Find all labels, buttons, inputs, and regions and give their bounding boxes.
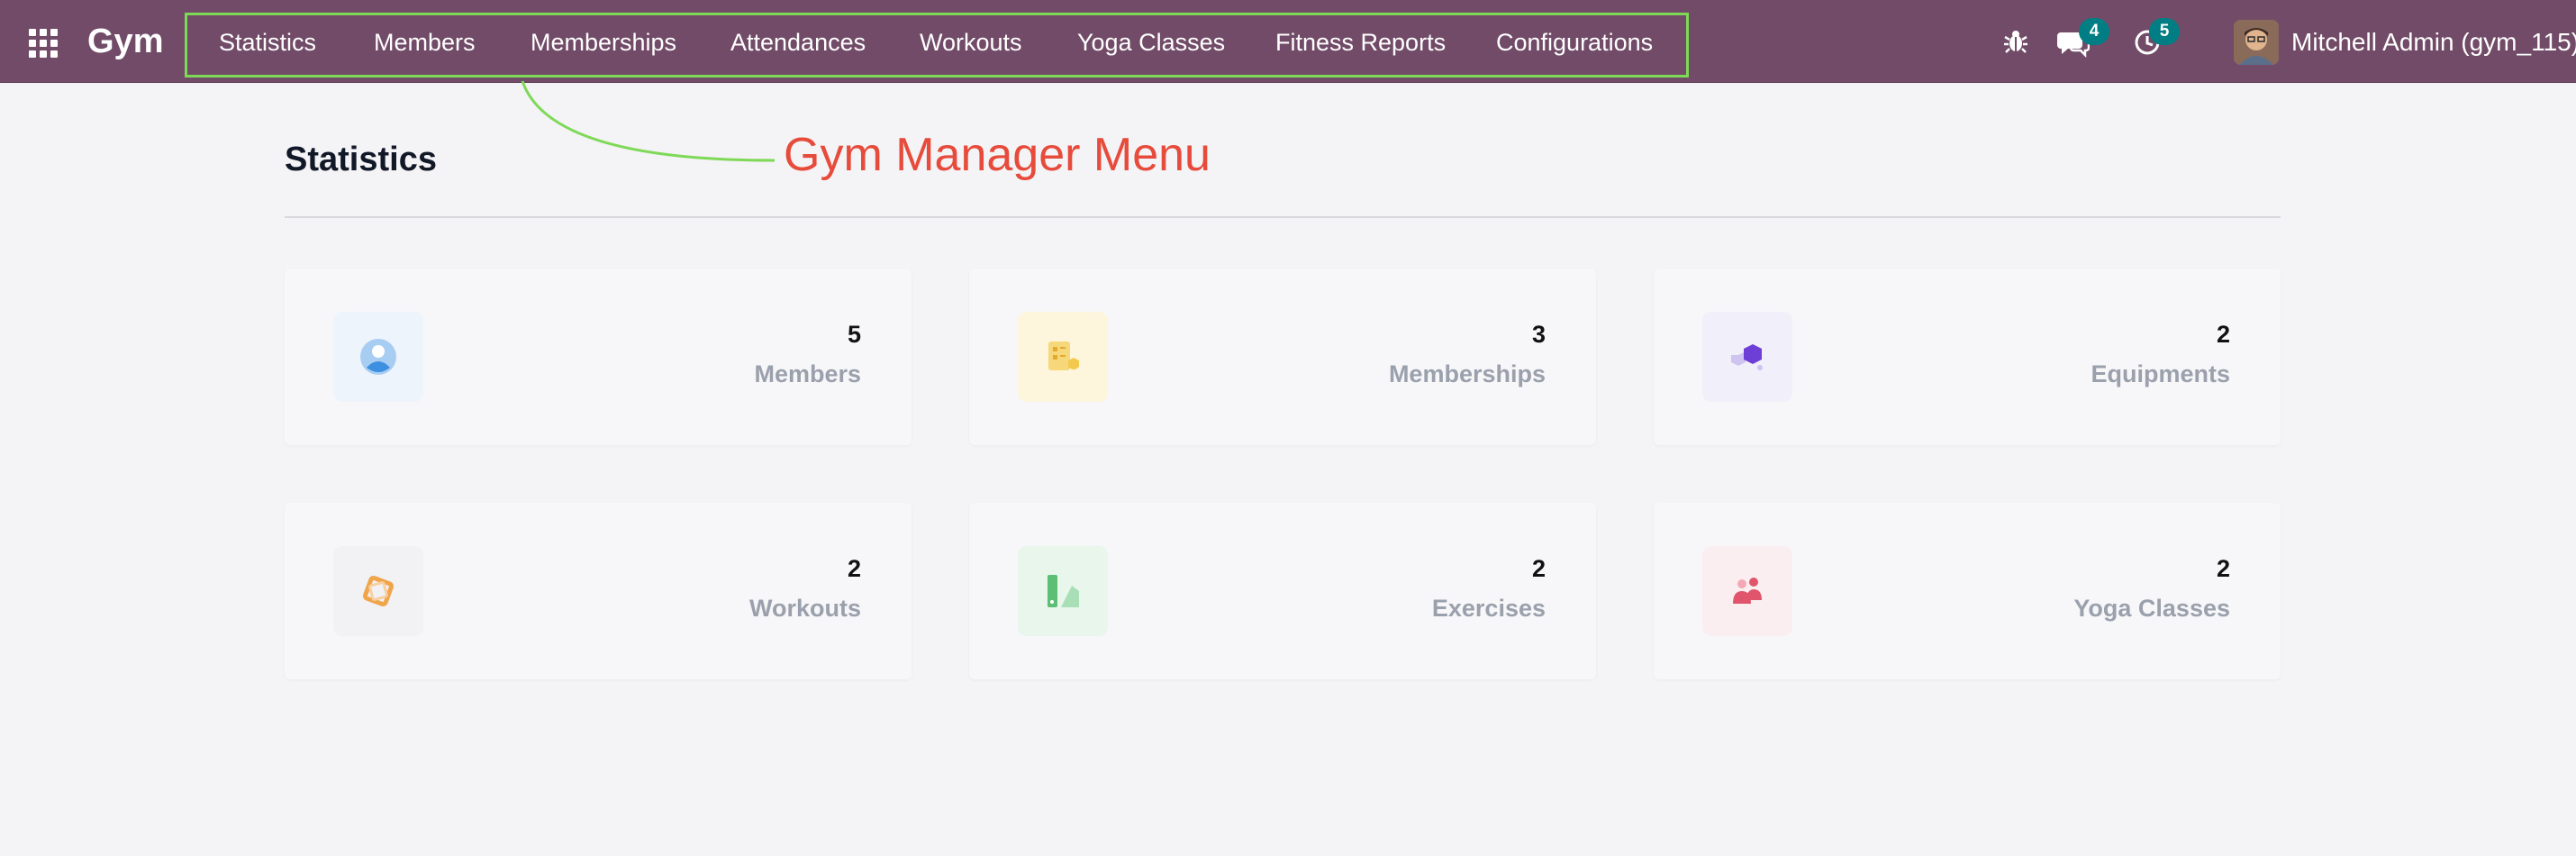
stat-count: 2 <box>2216 555 2230 582</box>
page-title: Statistics <box>285 141 437 178</box>
stat-count: 2 <box>2216 321 2230 348</box>
stat-count: 5 <box>847 321 861 348</box>
stat-card-workouts[interactable]: 2 Workouts <box>285 503 912 679</box>
annotation-label: Gym Manager Menu <box>784 129 1211 181</box>
exercise-icon <box>1018 546 1108 636</box>
member-icon <box>333 312 423 402</box>
stat-label: Members <box>754 360 861 387</box>
yoga-icon <box>1702 546 1792 636</box>
equipment-icon <box>1702 312 1792 402</box>
title-divider <box>285 216 2281 218</box>
stat-card-memberships[interactable]: 3 Memberships <box>969 269 1596 445</box>
stat-count: 3 <box>1531 321 1546 348</box>
stat-card-equipments[interactable]: 2 Equipments <box>1654 269 2281 445</box>
stat-label: Exercises <box>1431 595 1546 622</box>
stat-label: Equipments <box>2091 360 2230 387</box>
stat-card-members[interactable]: 5 Members <box>285 269 912 445</box>
stat-count: 2 <box>1531 555 1546 582</box>
stat-card-exercises[interactable]: 2 Exercises <box>969 503 1596 679</box>
stat-count: 2 <box>847 555 861 582</box>
membership-icon <box>1018 312 1108 402</box>
workout-icon <box>333 546 423 636</box>
stat-label: Yoga Classes <box>2073 595 2230 622</box>
stat-label: Workouts <box>748 595 861 622</box>
stat-label: Memberships <box>1388 360 1546 387</box>
stat-card-yoga-classes[interactable]: 2 Yoga Classes <box>1654 503 2281 679</box>
